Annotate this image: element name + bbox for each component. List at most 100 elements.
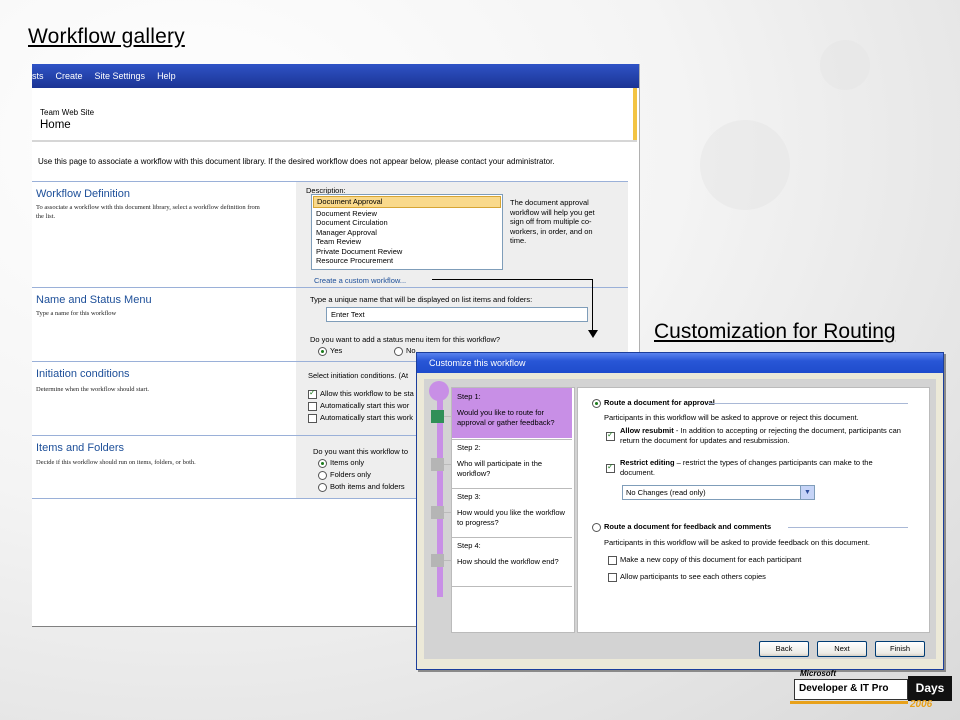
route-approval-option[interactable]: Route a document for approval [592, 398, 715, 408]
step-options-panel: Route a document for approval Participan… [577, 387, 930, 633]
dialog-title: Customize this workflow [417, 353, 943, 373]
section-workflow-definition: Workflow Definition To associate a workf… [32, 181, 628, 288]
items-option[interactable]: Folders only [318, 470, 371, 480]
restrict-editing-label: Restrict editing [620, 458, 675, 467]
initiation-option[interactable]: Allow this workflow to be sta [308, 388, 414, 399]
list-item[interactable]: Private Document Review [312, 247, 502, 257]
pawprint-decoration [700, 120, 790, 210]
allow-resubmit-checkbox[interactable] [606, 428, 618, 446]
option-label: Allow this workflow to be sta [320, 389, 414, 398]
radio-both[interactable] [318, 482, 327, 492]
list-item[interactable]: Manager Approval [312, 228, 502, 238]
separator [788, 527, 908, 528]
check-icon[interactable] [606, 430, 615, 442]
section-description: To associate a workflow with this docume… [36, 204, 260, 220]
step-4[interactable]: Step 4: How should the workflow end? [452, 537, 572, 587]
section-heading: Initiation conditions [36, 368, 130, 380]
route-feedback-option[interactable]: Route a document for feedback and commen… [592, 522, 771, 532]
status-no-option[interactable]: No [394, 346, 416, 356]
step-title: Step 4: [457, 541, 481, 550]
page-title: Home [40, 119, 71, 131]
nav-item-create[interactable]: Create [56, 71, 83, 81]
step-question: Who will participate in the workflow? [457, 459, 543, 478]
option-label: Items only [330, 458, 365, 467]
step-2-node-icon [431, 458, 444, 471]
radio-yes[interactable] [318, 346, 327, 356]
list-item[interactable]: Document Review [312, 209, 502, 219]
radio-route-approval[interactable] [592, 398, 601, 408]
nav-item-help[interactable]: Help [157, 71, 176, 81]
step-3[interactable]: Step 3: How would you like the workflow … [452, 488, 572, 537]
section-description: Decide if this workflow should run on it… [36, 459, 196, 466]
new-copy-option[interactable]: Make a new copy of this document for eac… [608, 555, 801, 565]
create-custom-workflow-link[interactable]: Create a custom workflow... [314, 276, 406, 285]
step-2[interactable]: Step 2: Who will participate in the work… [452, 439, 572, 488]
list-item-selected[interactable]: Document Approval [313, 196, 501, 208]
logo-product: Developer & IT Pro [799, 683, 889, 694]
slide-caption: Customization for Routing [654, 320, 896, 343]
check-icon[interactable] [606, 462, 615, 474]
back-button[interactable]: Back [759, 641, 809, 657]
step-title: Step 1: [457, 392, 481, 401]
workflow-listbox[interactable]: Document Approval Document Review Docume… [311, 194, 503, 270]
status-yes-option[interactable]: Yes [318, 346, 342, 356]
section-controls: Type a unique name that will be displaye… [296, 288, 628, 362]
connector-line [592, 279, 593, 331]
dialog-body: Step 1: Would you like to route for appr… [424, 379, 936, 659]
section-description: Type a name for this workflow [36, 310, 117, 317]
arrow-head-icon [588, 330, 598, 338]
checkbox-auto-start-new[interactable] [308, 401, 317, 411]
list-item[interactable]: Team Review [312, 237, 502, 247]
section-name-status: Name and Status Menu Type a name for thi… [32, 287, 628, 362]
workflow-name-input[interactable]: Enter Text [326, 307, 588, 322]
step-3-node-icon [431, 506, 444, 519]
nav-item-sts[interactable]: sts [32, 71, 44, 81]
items-option[interactable]: Both items and folders [318, 482, 405, 492]
checkbox-allow-start[interactable] [308, 388, 317, 399]
connector-line [432, 279, 593, 280]
route-approval-label: Route a document for approval [604, 398, 715, 407]
steps-list: Step 1: Would you like to route for appr… [451, 387, 575, 633]
checkbox-new-copy[interactable] [608, 555, 617, 565]
header-accent [633, 88, 637, 140]
step-4-node-icon [431, 554, 444, 567]
pawprint-decoration [820, 40, 870, 90]
step-question: Would you like to route for approval or … [457, 408, 555, 427]
next-button[interactable]: Next [817, 641, 867, 657]
option-label: Both items and folders [330, 482, 405, 491]
logo-underline [790, 701, 908, 704]
step-question: How should the workflow end? [457, 557, 559, 566]
allow-resubmit-text: Allow resubmit - In addition to acceptin… [620, 426, 910, 445]
editing-restriction-dropdown[interactable]: No Changes (read only) ▼ [622, 485, 815, 500]
step-question: How would you like the workflow to progr… [457, 508, 565, 527]
items-folders-prompt: Do you want this workflow to [313, 447, 409, 456]
workflow-description-text: The document approval workflow will help… [510, 198, 595, 245]
finish-button[interactable]: Finish [875, 641, 925, 657]
page-intro: Use this page to associate a workflow wi… [38, 157, 555, 166]
radio-no[interactable] [394, 346, 403, 356]
slide-title: Workflow gallery [28, 25, 185, 48]
status-menu-prompt: Do you want to add a status menu item fo… [310, 335, 501, 344]
section-heading: Items and Folders [36, 442, 125, 454]
event-logo: Microsoft Developer & IT Pro Days 2006 [790, 668, 952, 712]
see-copies-option[interactable]: Allow participants to see each others co… [608, 572, 766, 582]
checkbox-auto-start-change[interactable] [308, 413, 317, 423]
radio-items-only[interactable] [318, 458, 327, 468]
nav-item-site-settings[interactable]: Site Settings [95, 71, 146, 81]
chevron-down-icon[interactable]: ▼ [800, 486, 814, 499]
new-copy-label: Make a new copy of this document for eac… [620, 555, 802, 564]
items-option[interactable]: Items only [318, 458, 364, 468]
site-name[interactable]: Team Web Site [40, 108, 94, 117]
initiation-prompt: Select initiation conditions. (At [308, 371, 409, 380]
step-1[interactable]: Step 1: Would you like to route for appr… [452, 388, 572, 438]
option-label: Automatically start this work [320, 413, 413, 422]
checkbox-see-copies[interactable] [608, 572, 617, 582]
approval-description: Participants in this workflow will be as… [604, 413, 859, 422]
restrict-editing-checkbox[interactable] [606, 460, 618, 478]
list-item[interactable]: Resource Procurement [312, 256, 502, 266]
radio-route-feedback[interactable] [592, 522, 601, 532]
initiation-option[interactable]: Automatically start this wor [308, 401, 409, 411]
radio-folders-only[interactable] [318, 470, 327, 480]
initiation-option[interactable]: Automatically start this work [308, 413, 413, 423]
list-item[interactable]: Document Circulation [312, 218, 502, 228]
